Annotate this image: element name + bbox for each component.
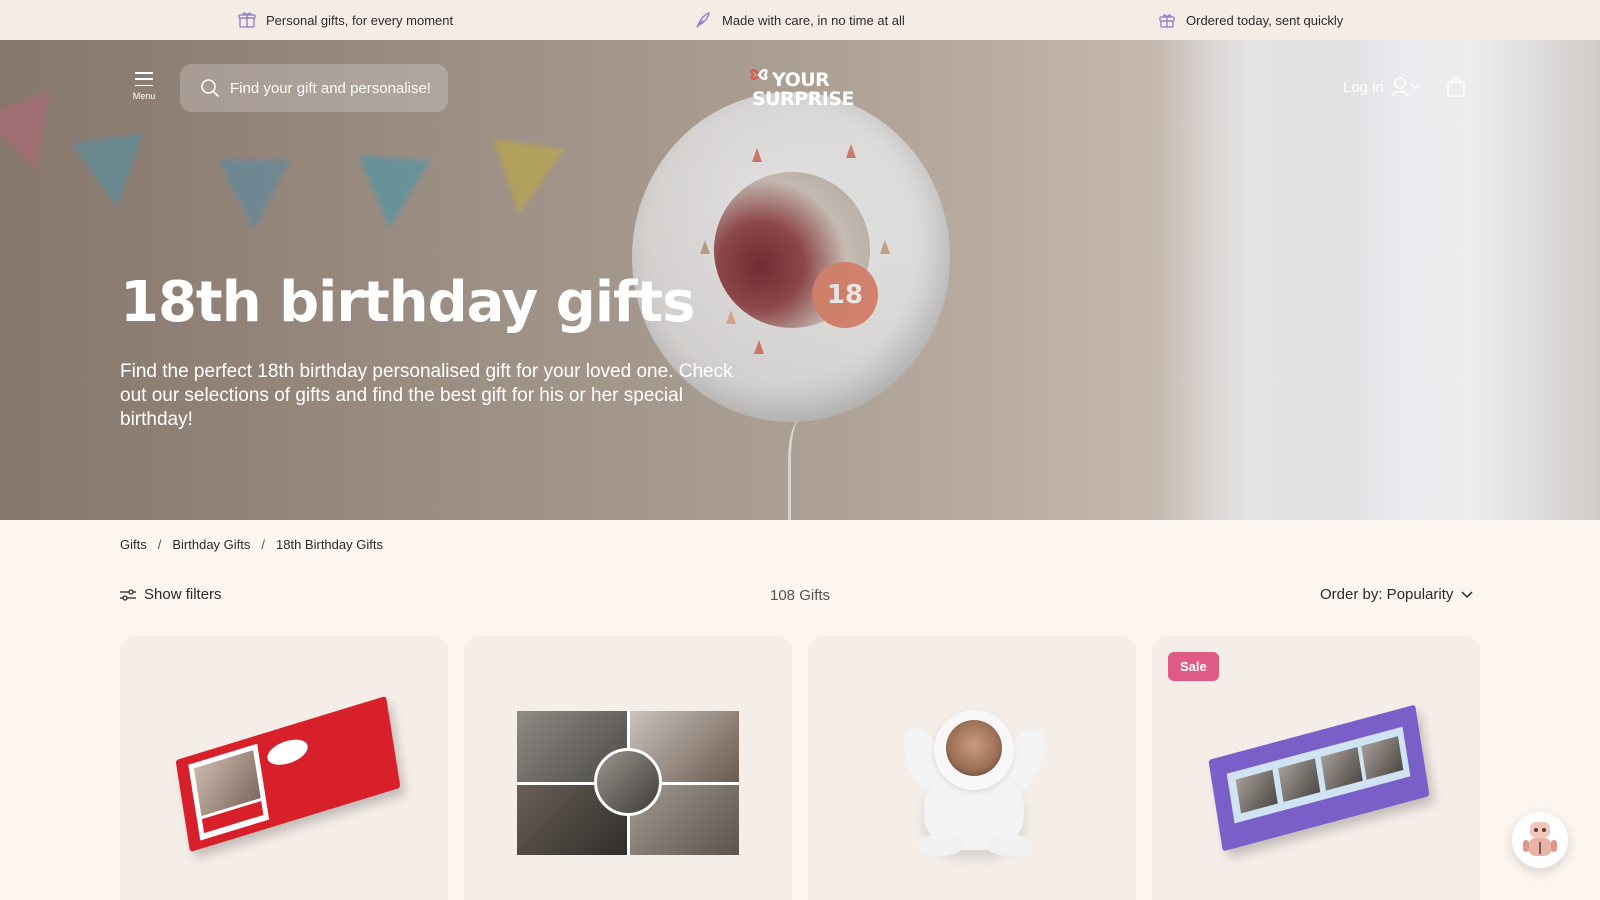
breadcrumb: Gifts / Birthday Gifts / 18th Birthday G… (120, 537, 383, 552)
breadcrumb-current: 18th Birthday Gifts (276, 537, 383, 552)
collage-center-photo (594, 748, 662, 816)
menu-label: Menu (132, 91, 156, 101)
usp-item: Personal gifts, for every moment (238, 0, 453, 40)
order-by-dropdown[interactable]: Order by: Popularity (1320, 586, 1473, 603)
search-icon (201, 79, 220, 98)
hamburger-icon (135, 72, 153, 86)
usp-text: Ordered today, sent quickly (1186, 12, 1344, 28)
sale-badge: Sale (1168, 652, 1219, 681)
breadcrumb-separator: / (261, 537, 266, 552)
product-card[interactable] (464, 636, 792, 900)
page-description: Find the perfect 18th birthday personali… (120, 361, 733, 430)
product-card[interactable]: Sale (1152, 636, 1480, 900)
product-image (894, 706, 1054, 866)
menu-button[interactable]: Menu (126, 72, 162, 106)
product-card[interactable] (120, 636, 448, 900)
logo-bow-icon (750, 68, 768, 80)
gift-box-icon (238, 12, 256, 28)
login-button[interactable]: Log in (1343, 76, 1420, 98)
usp-bar: Personal gifts, for every moment Made wi… (0, 0, 1600, 40)
chevron-down-icon (1461, 590, 1473, 598)
shopping-bag-icon[interactable] (1446, 76, 1466, 98)
breadcrumb-separator: / (157, 537, 162, 552)
usp-text: Made with care, in no time at all (722, 12, 905, 28)
result-count: 108 Gifts (770, 587, 831, 604)
product-image (1208, 704, 1430, 852)
gift-icon (1159, 14, 1175, 28)
filter-sliders-icon (120, 588, 136, 601)
robot-assistant-icon (1523, 822, 1557, 856)
order-by-label: Order by: Popularity (1320, 586, 1454, 603)
product-image (175, 695, 401, 853)
usp-text: Personal gifts, for every moment (266, 12, 454, 28)
user-icon (1391, 77, 1420, 97)
logo-text-line1: YOUR (772, 69, 830, 91)
breadcrumb-item[interactable]: Gifts (120, 537, 147, 552)
usp-item: Ordered today, sent quickly (1158, 0, 1343, 40)
search-input[interactable] (230, 79, 440, 97)
feather-icon (696, 11, 710, 29)
page-title: 18th birthday gifts (120, 270, 695, 335)
show-filters-button[interactable]: Show filters (120, 586, 222, 603)
chat-assistant-button[interactable] (1512, 812, 1568, 868)
product-card[interactable] (808, 636, 1136, 900)
search-box[interactable] (180, 64, 448, 112)
usp-item: Made with care, in no time at all (694, 0, 905, 40)
show-filters-label: Show filters (144, 586, 222, 603)
breadcrumb-item[interactable]: Birthday Gifts (172, 537, 250, 552)
logo-text-line2: SURPRISE (752, 88, 855, 110)
site-logo[interactable]: YOUR SURPRISE (750, 66, 855, 112)
login-label: Log in (1343, 78, 1384, 96)
